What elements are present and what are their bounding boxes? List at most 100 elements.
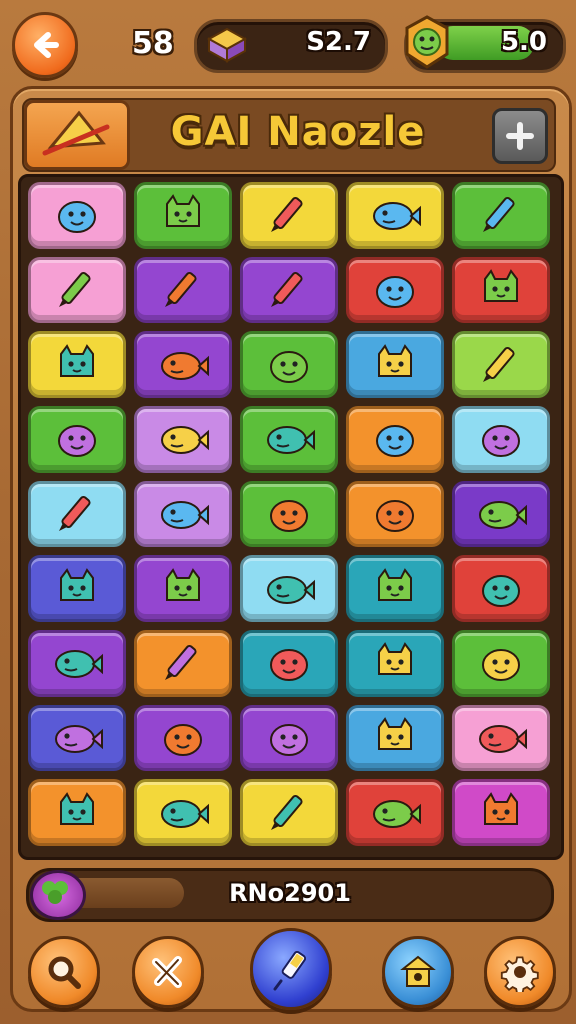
tile[interactable] <box>452 555 550 622</box>
tile[interactable] <box>346 480 444 548</box>
tile[interactable] <box>240 779 338 846</box>
tile[interactable] <box>134 256 232 324</box>
tile[interactable] <box>452 331 550 398</box>
monster-icon <box>378 642 412 676</box>
home-button[interactable] <box>382 936 454 1008</box>
tile[interactable] <box>28 629 126 697</box>
tile[interactable] <box>452 405 550 473</box>
settings-button[interactable] <box>484 936 556 1008</box>
tile[interactable] <box>452 256 550 324</box>
tile[interactable] <box>240 629 338 697</box>
smiley-icon <box>55 724 103 753</box>
tiger-icon <box>164 723 202 756</box>
tile[interactable] <box>240 555 338 622</box>
tile[interactable] <box>28 182 126 249</box>
tile[interactable] <box>28 480 126 548</box>
tile[interactable] <box>346 629 444 697</box>
piranha-icon <box>271 794 303 830</box>
dog-icon <box>373 799 421 828</box>
tile[interactable] <box>240 182 338 249</box>
arrow-left-icon <box>34 32 59 58</box>
slime-icon <box>479 500 527 529</box>
cat-face-icon <box>165 271 197 307</box>
tile[interactable] <box>240 256 338 324</box>
tile[interactable] <box>240 331 338 398</box>
tile[interactable] <box>28 405 126 473</box>
tile[interactable] <box>346 405 444 473</box>
level-counter: 58 <box>132 26 174 61</box>
tile[interactable] <box>134 182 232 249</box>
tile[interactable] <box>28 704 126 772</box>
tile[interactable] <box>134 331 232 398</box>
plus-icon <box>506 122 534 150</box>
owl-icon <box>59 495 91 531</box>
cross-star-icon <box>152 956 182 988</box>
gear-icon <box>500 956 539 992</box>
tile[interactable] <box>346 704 444 772</box>
glider-icon <box>267 426 315 455</box>
progress-clover-icon <box>30 870 86 920</box>
tile[interactable] <box>28 779 126 846</box>
tile[interactable] <box>134 480 232 548</box>
search-button[interactable] <box>28 936 100 1008</box>
tile[interactable] <box>240 480 338 548</box>
logo-button[interactable] <box>24 100 130 170</box>
turtle-icon <box>483 346 515 382</box>
pencil-icon <box>58 201 96 234</box>
add-button[interactable] <box>492 108 548 164</box>
sun-icon <box>59 271 91 307</box>
bomb-icon <box>479 724 527 753</box>
fish-icon <box>55 650 103 679</box>
marker-icon <box>378 717 412 750</box>
tile[interactable] <box>346 256 444 324</box>
tile[interactable] <box>240 704 338 772</box>
tile[interactable] <box>346 182 444 249</box>
robot-icon <box>376 425 414 458</box>
tile[interactable] <box>28 256 126 324</box>
tile[interactable] <box>346 555 444 622</box>
whale-icon <box>271 271 303 307</box>
tile[interactable] <box>28 555 126 622</box>
shuffle-button[interactable] <box>132 936 204 1008</box>
tile[interactable] <box>346 331 444 398</box>
tile[interactable] <box>452 182 550 249</box>
ufo-icon <box>484 269 518 302</box>
search-icon <box>48 956 81 989</box>
fox-icon <box>270 649 308 682</box>
shark-icon <box>270 723 308 756</box>
ship-icon <box>378 343 412 377</box>
mask-icon <box>376 499 414 532</box>
blob-icon <box>60 567 94 601</box>
pig-icon <box>161 426 209 455</box>
card-icon <box>165 645 197 681</box>
tile[interactable] <box>452 704 550 772</box>
tile[interactable] <box>134 629 232 697</box>
tile[interactable] <box>134 779 232 846</box>
tile[interactable] <box>134 704 232 772</box>
tile[interactable] <box>134 405 232 473</box>
owl-face-icon <box>161 799 209 828</box>
tile[interactable] <box>134 555 232 622</box>
hint-button[interactable] <box>250 928 332 1010</box>
striped-ball-icon <box>483 197 515 233</box>
tile[interactable] <box>452 480 550 548</box>
tile[interactable] <box>452 779 550 846</box>
gem-box-icon <box>206 27 248 63</box>
score-panel: S2.7 <box>194 19 388 73</box>
spider-icon <box>378 567 412 601</box>
brush-icon <box>482 574 520 607</box>
tile[interactable] <box>452 629 550 697</box>
progress-label: RNo2901 <box>229 879 351 907</box>
frog-icon <box>58 425 96 458</box>
tile[interactable] <box>28 331 126 398</box>
tile[interactable] <box>346 779 444 846</box>
candy-icon <box>60 791 94 825</box>
game-title: GAI Naozle <box>170 109 426 155</box>
back-button[interactable] <box>12 12 78 78</box>
score-value: S2.7 <box>306 27 371 57</box>
tile[interactable] <box>240 405 338 473</box>
shield-icon <box>271 197 303 233</box>
dino-icon <box>270 499 308 532</box>
beetle-icon <box>166 194 200 228</box>
tile-grid <box>28 182 550 846</box>
